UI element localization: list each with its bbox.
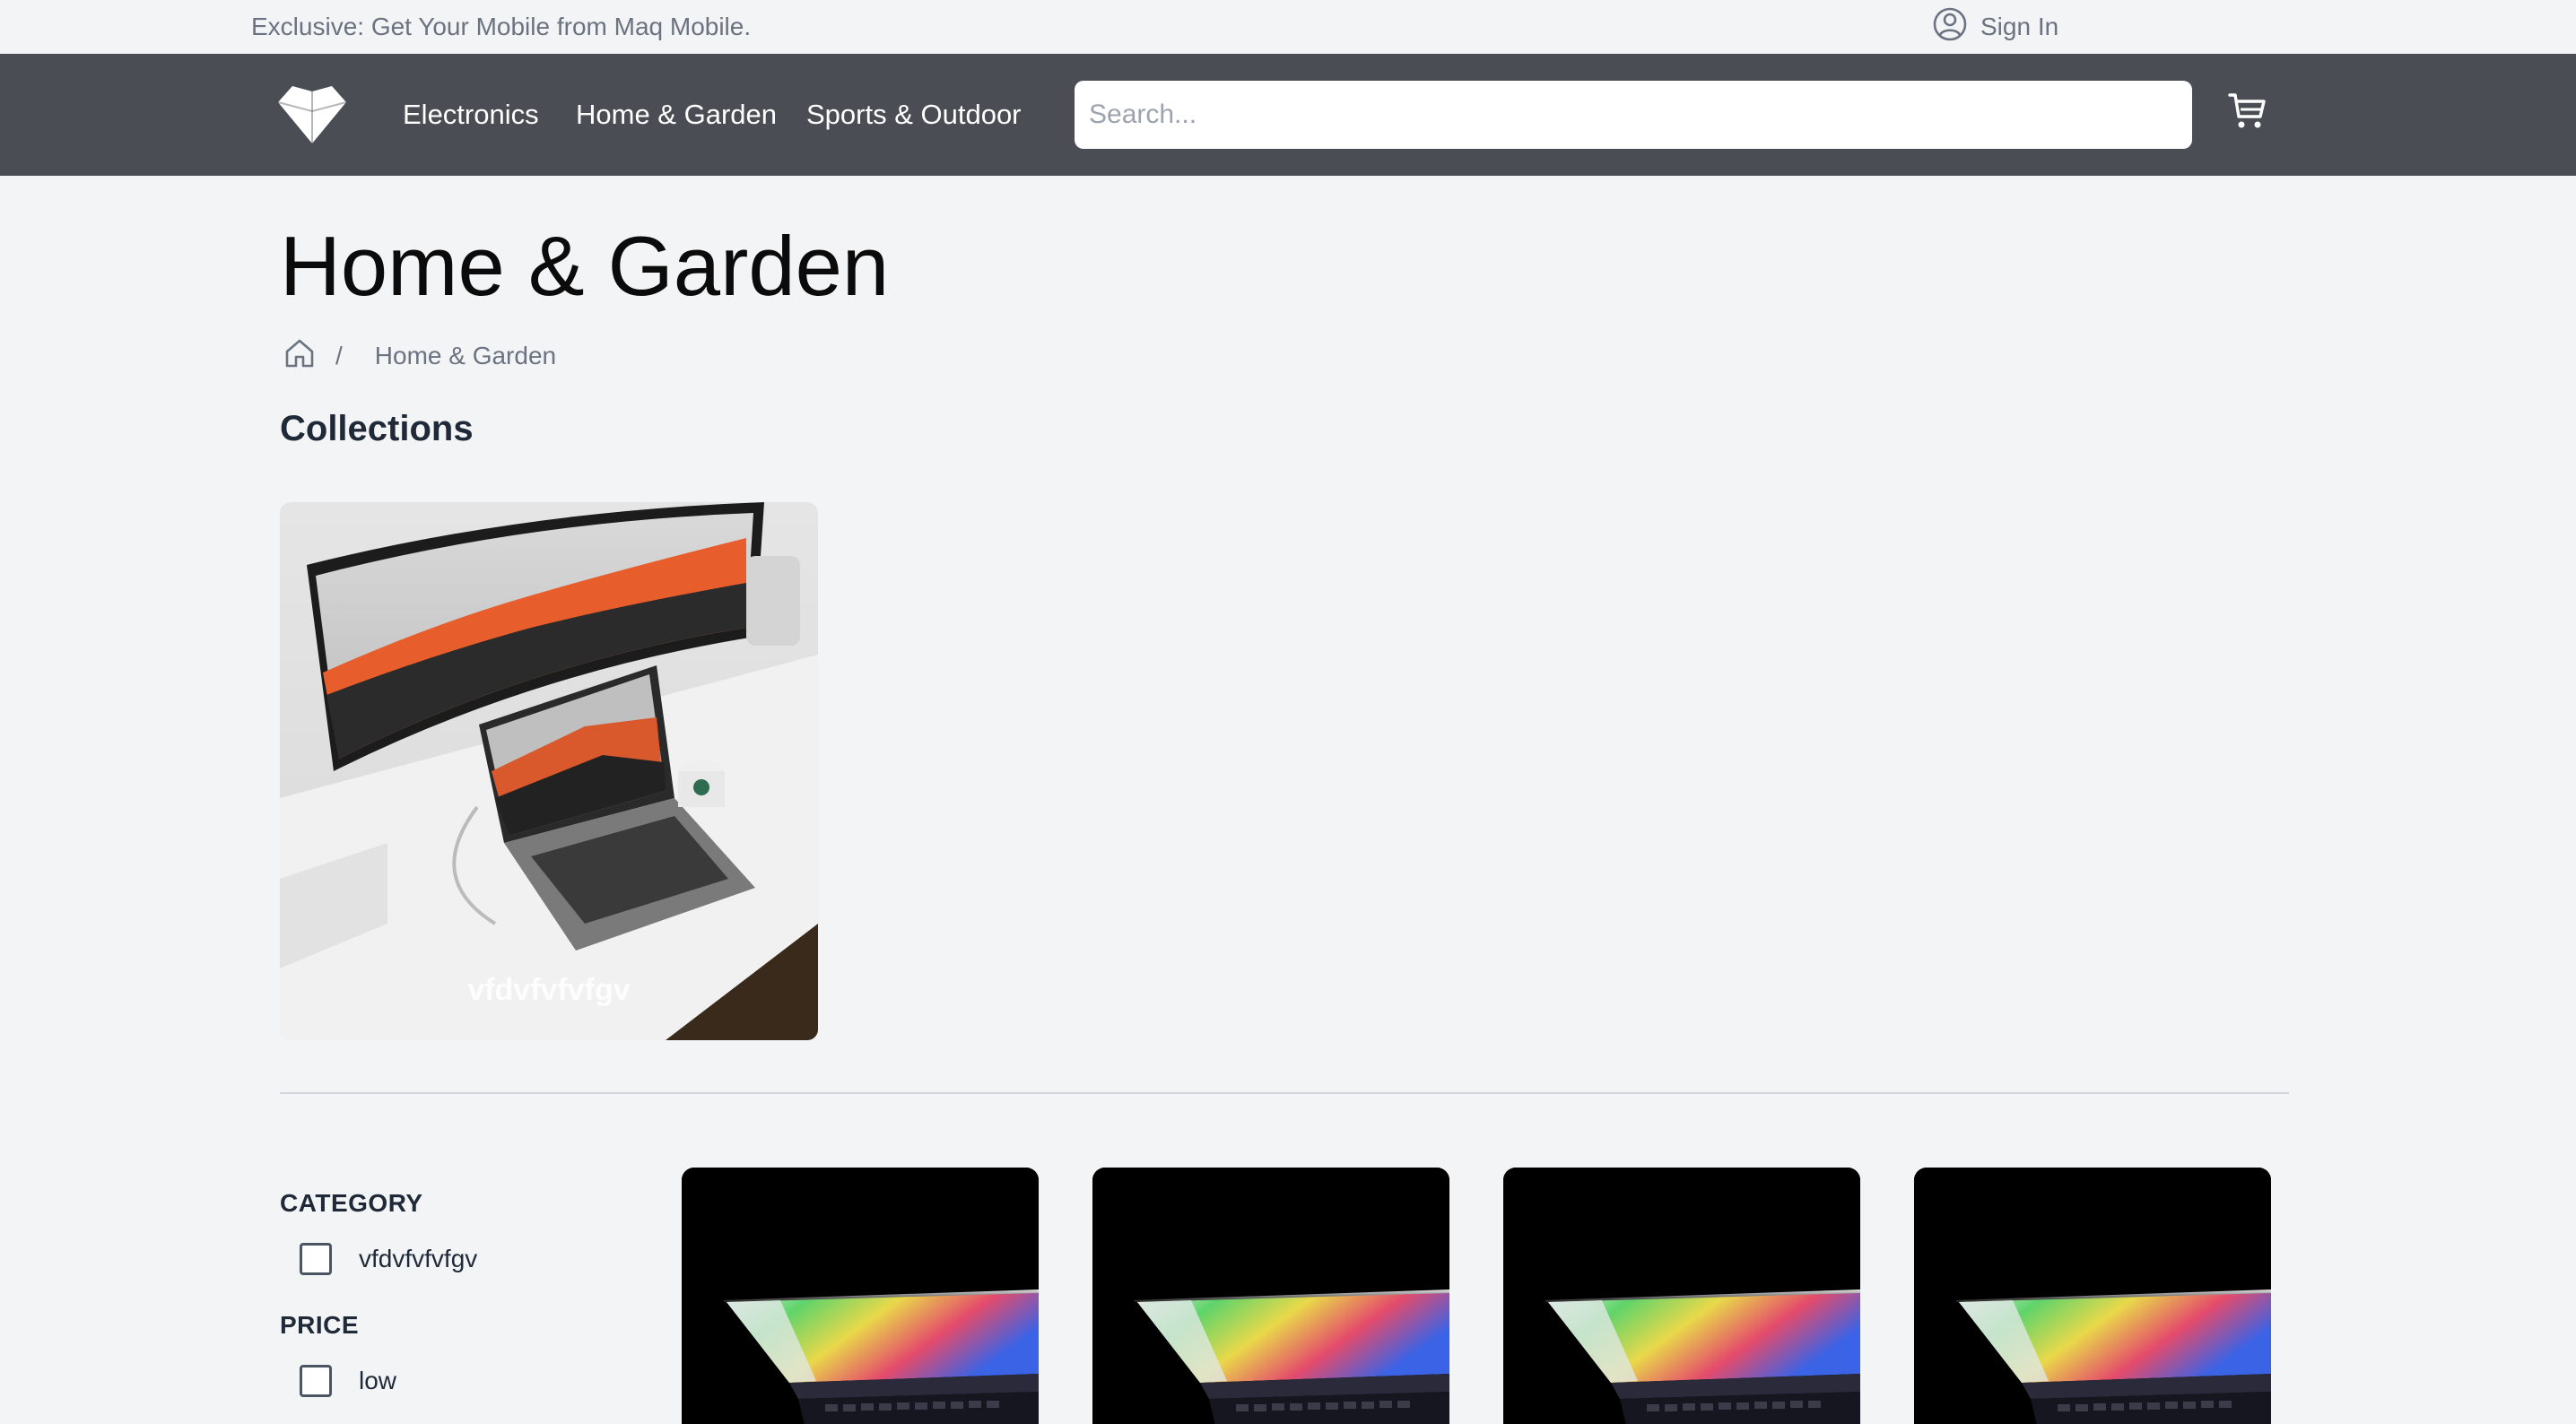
cart-icon[interactable] bbox=[2226, 90, 2269, 133]
filter-option-label: low bbox=[359, 1367, 397, 1394]
nav-link-home-garden[interactable]: Home & Garden bbox=[576, 54, 777, 176]
product-image bbox=[682, 1168, 1039, 1424]
filter-option-category[interactable]: vfdvfvfvfgv bbox=[300, 1241, 477, 1277]
filter-option-label: vfdvfvfvfgv bbox=[359, 1245, 478, 1272]
breadcrumb: / Home & Garden bbox=[283, 337, 556, 375]
product-card[interactable] bbox=[1914, 1168, 2271, 1424]
sign-in-link[interactable]: Sign In bbox=[1932, 0, 2058, 54]
breadcrumb-current[interactable]: Home & Garden bbox=[375, 342, 556, 370]
announcement-bar: Exclusive: Get Your Mobile from Maq Mobi… bbox=[0, 0, 2576, 54]
product-card[interactable] bbox=[1092, 1168, 1449, 1424]
nav-link-sports-outdoor[interactable]: Sports & Outdoor bbox=[806, 54, 1022, 176]
product-image bbox=[1914, 1168, 2271, 1424]
announcement-text: Exclusive: Get Your Mobile from Maq Mobi… bbox=[251, 13, 752, 40]
category-checkbox[interactable] bbox=[300, 1243, 332, 1275]
filter-heading-category: CATEGORY bbox=[280, 1189, 423, 1217]
collection-card[interactable]: vfdvfvfvfgv bbox=[280, 502, 818, 1040]
main-navbar: Electronics Home & Garden Sports & Outdo… bbox=[0, 54, 2576, 176]
product-card[interactable] bbox=[682, 1168, 1039, 1424]
product-image bbox=[1092, 1168, 1449, 1424]
product-card[interactable] bbox=[1503, 1168, 1860, 1424]
sign-in-label: Sign In bbox=[1980, 13, 2059, 40]
store-logo-icon[interactable] bbox=[276, 86, 348, 145]
home-icon[interactable] bbox=[283, 337, 316, 376]
collection-image bbox=[280, 502, 818, 1040]
nav-link-electronics[interactable]: Electronics bbox=[403, 54, 539, 176]
search-input[interactable] bbox=[1075, 81, 2192, 149]
breadcrumb-separator: / bbox=[335, 342, 343, 369]
filter-heading-price: PRICE bbox=[280, 1311, 360, 1339]
product-image bbox=[1503, 1168, 1860, 1424]
page-title: Home & Garden bbox=[280, 219, 890, 313]
filter-option-price[interactable]: low bbox=[300, 1363, 396, 1399]
price-checkbox[interactable] bbox=[300, 1365, 332, 1397]
user-circle-icon bbox=[1932, 6, 1968, 48]
collection-label: vfdvfvfvfgv bbox=[467, 973, 631, 1007]
collections-heading: Collections bbox=[280, 409, 474, 448]
section-divider bbox=[280, 1092, 2289, 1094]
